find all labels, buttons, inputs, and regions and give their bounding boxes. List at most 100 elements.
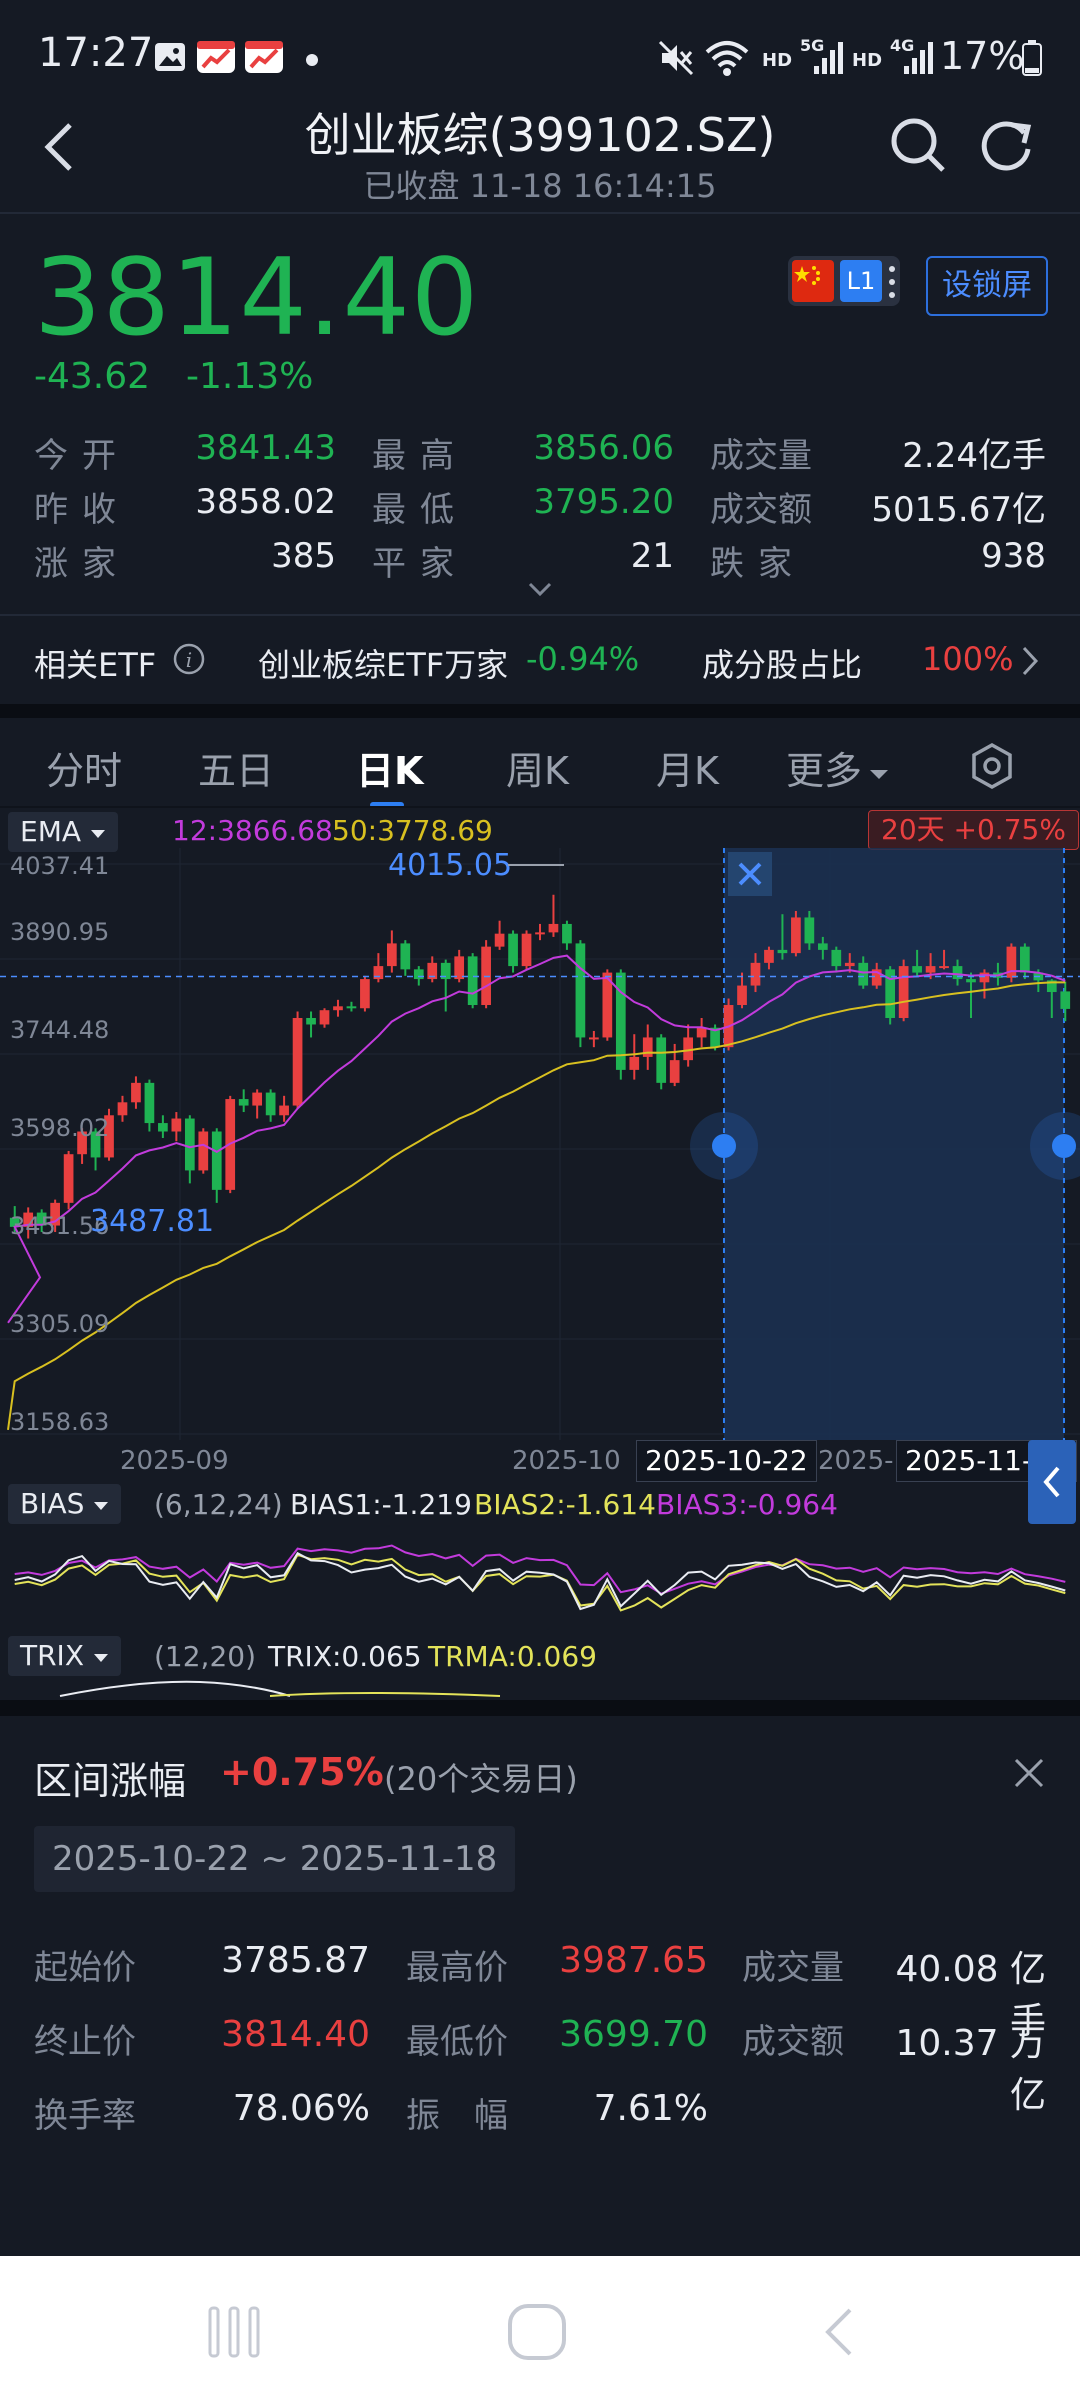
y-tick-label: 3305.09 xyxy=(10,1310,110,1338)
candle-body xyxy=(117,1102,128,1116)
stat-label: 成交额 xyxy=(710,490,812,530)
stat-label: 今开 xyxy=(34,436,130,476)
search-button[interactable] xyxy=(888,115,948,175)
bias2-value: BIAS2:-1.614 xyxy=(474,1488,656,1521)
low-price-marker: 3487.81 xyxy=(90,1204,215,1239)
range-stats-panel: 区间涨幅 +0.75% (20个交易日) 2025-10-22 ~ 2025-1… xyxy=(0,1716,1080,2256)
bias-indicator-label: BIAS xyxy=(20,1487,85,1520)
system-nav-bar xyxy=(0,2256,1080,2400)
etf-change: -0.94% xyxy=(526,640,640,678)
range-stat-value: 78.06% xyxy=(232,2088,370,2129)
candle-body xyxy=(158,1123,168,1132)
etf-name[interactable]: 创业板综ETF万家 xyxy=(258,640,508,686)
tab-five-day[interactable]: 五日 xyxy=(198,740,274,795)
page-header: 创业板综(399102.SZ) 已收盘 11-18 16:14:15 xyxy=(0,95,1080,205)
tab-intraday[interactable]: 分时 xyxy=(46,740,122,795)
candle-body xyxy=(629,1056,640,1070)
candle-body xyxy=(669,1060,680,1083)
range-panel-title: 区间涨幅 xyxy=(34,1759,187,1803)
range-stat-value: 3987.65 xyxy=(559,1940,708,1981)
stat-label: 平家 xyxy=(372,544,468,584)
stats-grid: 今开 3841.43 最高 3856.06 成交量 2.24亿手 昨收 3858… xyxy=(0,420,1080,590)
stat-value: 2.24亿手 xyxy=(902,436,1046,476)
bias-indicator-selector[interactable]: BIAS xyxy=(8,1484,122,1524)
candle-body xyxy=(144,1082,155,1124)
battery-percent: 17% xyxy=(940,34,1025,78)
x-tick-label: 2025-10 xyxy=(512,1446,621,1476)
candle-body xyxy=(494,933,505,947)
market-level-selector[interactable]: L1 xyxy=(788,256,900,306)
range-stat-value: 3785.87 xyxy=(221,1940,370,1981)
caret-down-icon xyxy=(90,830,105,838)
search-icon xyxy=(891,118,945,172)
range-start-handle[interactable] xyxy=(712,1134,736,1158)
range-close-button[interactable] xyxy=(728,852,772,896)
trix-chart xyxy=(59,1680,501,1697)
range-stat-label: 终止价 xyxy=(34,2022,136,2062)
related-etf-label: 相关ETF xyxy=(34,646,157,684)
related-etf-bar[interactable]: 相关ETF i 创业板综ETF万家 -0.94% 成分股占比 100% xyxy=(0,618,1080,704)
range-panel-pct: +0.75% xyxy=(220,1750,384,1794)
tab-daily-k[interactable]: 日K xyxy=(356,740,423,795)
ema-indicator-selector[interactable]: EMA xyxy=(8,812,118,852)
range-stat-value: 3814.40 xyxy=(221,2014,370,2055)
range-selection-area[interactable] xyxy=(724,848,1064,1440)
expand-stats-button[interactable] xyxy=(522,578,558,606)
candle-body xyxy=(521,933,532,967)
back-arrow-icon xyxy=(825,2308,852,2356)
bias-chart[interactable] xyxy=(0,1524,1080,1636)
range-stat-value: 3699.70 xyxy=(559,2014,708,2055)
range-date-selector[interactable]: 2025-10-22 ~ 2025-11-18 xyxy=(34,1826,516,1892)
chevron-right-icon[interactable] xyxy=(1018,644,1042,682)
home-button[interactable] xyxy=(506,2302,568,2366)
stat-label: 最低 xyxy=(372,490,468,530)
candle-body xyxy=(1060,991,1071,1009)
stat-label: 最高 xyxy=(372,436,468,476)
candle-body xyxy=(198,1131,209,1171)
collapse-side-panel-button[interactable] xyxy=(1028,1440,1076,1524)
y-tick-label: 4037.41 xyxy=(10,852,110,880)
app-notification-icon xyxy=(196,40,236,78)
candle-body xyxy=(831,949,842,967)
svg-text:i: i xyxy=(186,648,192,672)
refresh-button[interactable] xyxy=(976,115,1036,175)
price-change-pct: -1.13% xyxy=(186,356,314,397)
ema12-value: 12:3866.68 xyxy=(172,814,333,847)
signal-icon-2 xyxy=(902,40,936,80)
ema50-value: 50:3778.69 xyxy=(332,814,493,847)
candle-body xyxy=(238,1099,249,1106)
hd-label-1: HD xyxy=(762,50,793,71)
range-stat-label: 换手率 xyxy=(34,2096,136,2136)
caret-down-icon xyxy=(870,770,889,779)
trma-line xyxy=(269,1692,501,1697)
level-badge: L1 xyxy=(840,260,882,302)
lock-screen-button[interactable]: 设锁屏 xyxy=(926,256,1048,316)
candle-body xyxy=(360,979,370,1009)
chevron-down-icon xyxy=(528,582,552,597)
recent-apps-button[interactable] xyxy=(206,2304,262,2364)
stat-value: 385 xyxy=(271,536,336,576)
tab-more[interactable]: 更多 xyxy=(786,740,890,795)
chart-settings-button[interactable] xyxy=(970,742,1014,794)
candle-body xyxy=(292,1017,303,1106)
tab-weekly-k[interactable]: 周K xyxy=(506,740,569,795)
candle-body xyxy=(575,943,586,1038)
close-range-panel-button[interactable] xyxy=(1012,1756,1046,1794)
candle-body xyxy=(265,1092,276,1116)
candle-body xyxy=(535,932,545,935)
kline-chart[interactable] xyxy=(0,848,1080,1440)
component-ratio-value: 100% xyxy=(922,640,1014,678)
tabs-divider xyxy=(0,806,1080,808)
candle-body xyxy=(979,972,990,983)
range-end-handle[interactable] xyxy=(1052,1134,1076,1158)
info-icon[interactable]: i xyxy=(172,642,206,680)
candle-body xyxy=(279,1105,289,1116)
candle-body xyxy=(184,1118,195,1171)
stat-value: 5015.67亿 xyxy=(871,490,1046,530)
system-back-button[interactable] xyxy=(820,2304,860,2364)
tab-monthly-k[interactable]: 月K xyxy=(656,740,719,795)
signal-icon-1 xyxy=(812,40,846,80)
trix-indicator-selector[interactable]: TRIX xyxy=(8,1636,121,1676)
last-price: 3814.40 xyxy=(34,236,480,359)
candle-body xyxy=(306,1017,316,1025)
